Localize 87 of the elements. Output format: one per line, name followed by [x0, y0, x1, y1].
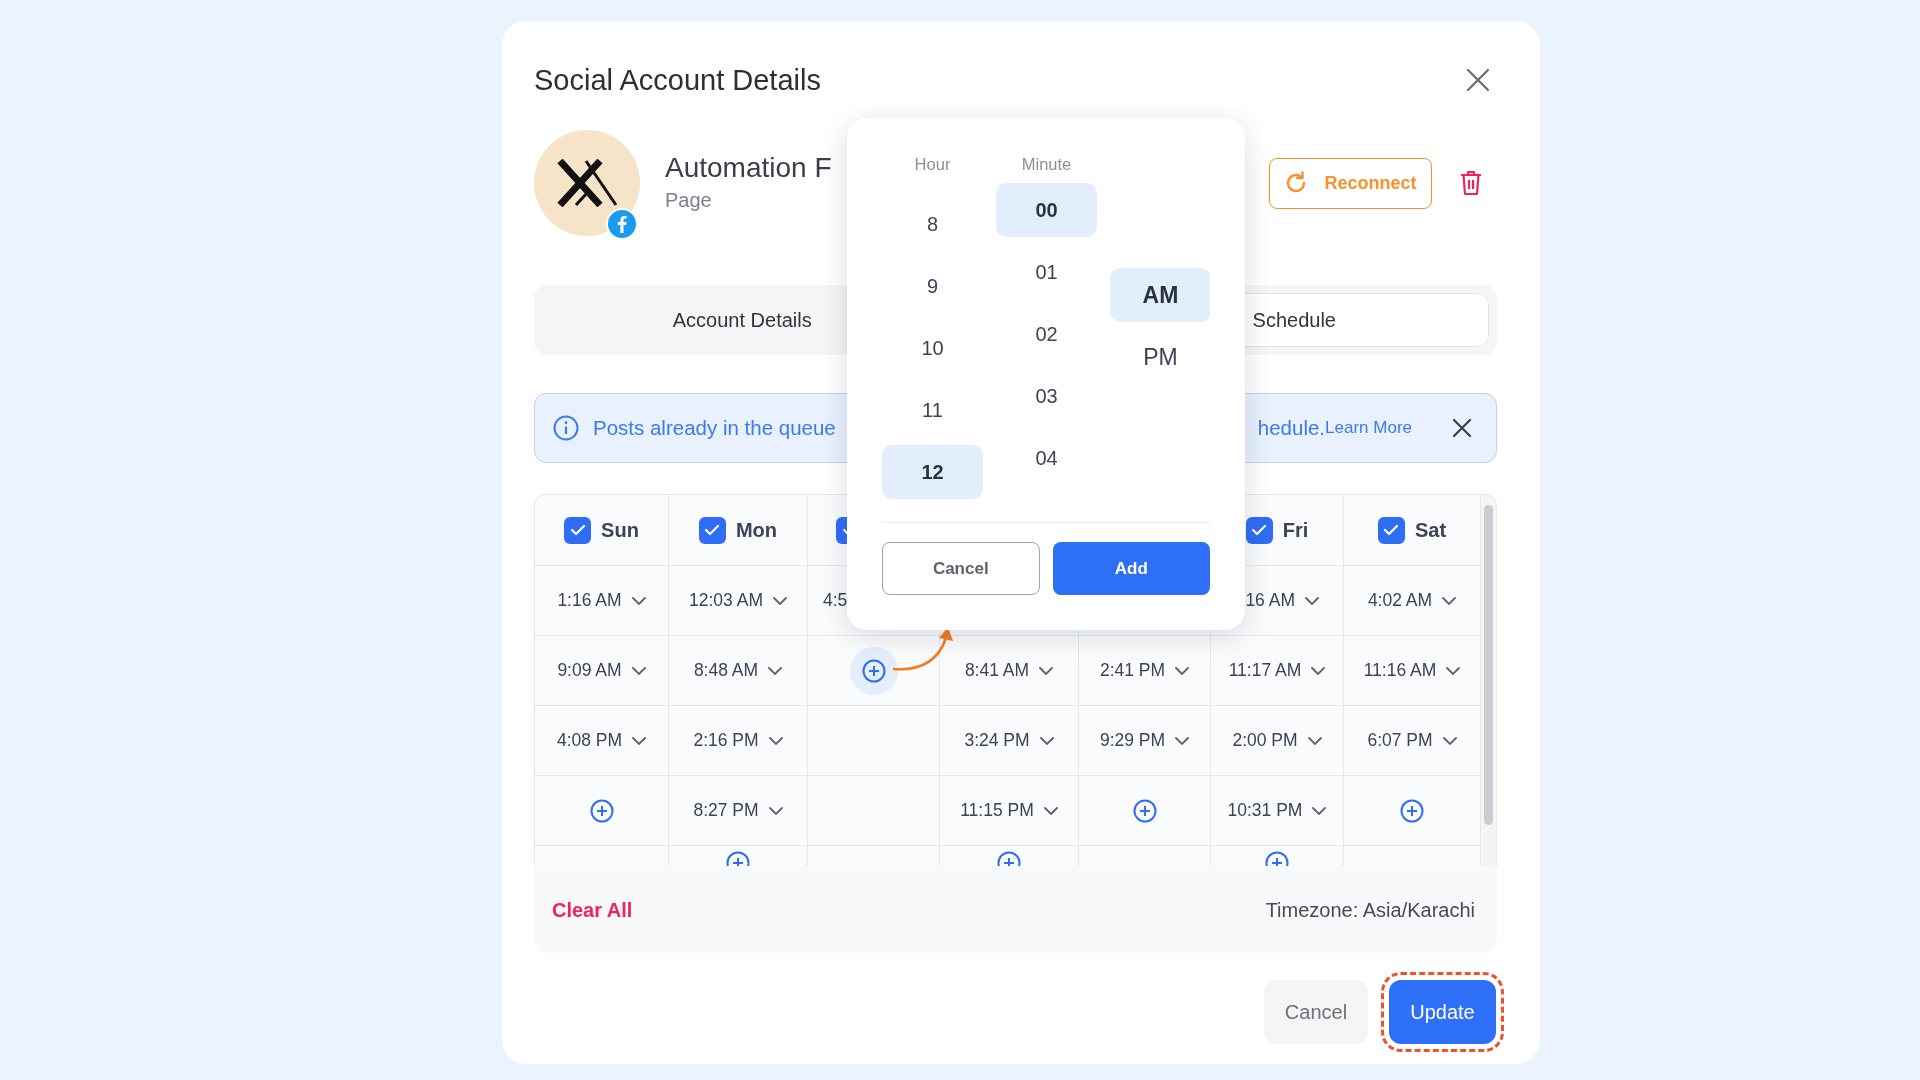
plus-circle-icon	[1132, 798, 1157, 823]
checkmark-icon	[704, 524, 721, 536]
time-value[interactable]: 16 AM	[1245, 587, 1295, 614]
chevron-down-icon[interactable]	[1039, 736, 1054, 745]
time-option[interactable]: 03	[996, 369, 1097, 423]
banner-text: Posts already in the queue	[593, 414, 836, 441]
cancel-button[interactable]: Cancel	[1264, 980, 1368, 1044]
time-option[interactable]: 00	[996, 183, 1097, 237]
chevron-down-icon[interactable]	[772, 596, 787, 605]
cancel-button[interactable]: Cancel	[882, 542, 1040, 595]
plus-circle-icon	[1400, 798, 1424, 823]
chevron-down-icon[interactable]	[768, 736, 783, 745]
facebook-badge-icon	[606, 208, 638, 240]
time-value[interactable]: 8:41 AM	[964, 657, 1030, 684]
chevron-down-icon[interactable]	[1312, 806, 1327, 815]
time-option[interactable]: AM	[1110, 268, 1210, 322]
info-icon	[553, 415, 579, 441]
chevron-down-icon[interactable]	[1305, 596, 1319, 605]
time-option[interactable]: 11	[882, 383, 983, 437]
chevron-down-icon[interactable]	[1043, 806, 1058, 815]
time-option[interactable]: 9	[882, 259, 983, 313]
account-type: Page	[665, 188, 713, 213]
clear-all-button[interactable]: Clear All	[552, 894, 633, 925]
close-icon[interactable]	[1452, 418, 1472, 438]
chevron-down-icon[interactable]	[631, 666, 646, 675]
time-option[interactable]: 01	[996, 245, 1097, 299]
chevron-down-icon[interactable]	[768, 666, 783, 675]
checkmark-icon	[569, 524, 586, 536]
hour-label: Hour	[913, 154, 952, 174]
time-option[interactable]: 12	[882, 445, 983, 499]
time-value[interactable]: 10:31 PM	[1227, 797, 1303, 824]
day-label: Sat	[1414, 518, 1447, 543]
time-option[interactable]: 02	[996, 307, 1097, 361]
chevron-down-icon[interactable]	[1039, 666, 1054, 675]
chevron-down-icon[interactable]	[1175, 666, 1190, 675]
time-value[interactable]: 11:16 AM	[1363, 657, 1437, 684]
chevron-down-icon[interactable]	[768, 806, 783, 815]
scrollbar[interactable]	[1481, 495, 1496, 866]
time-option[interactable]: 10	[882, 321, 983, 375]
time-value[interactable]: 2:00 PM	[1232, 727, 1298, 754]
trash-icon[interactable]	[1460, 170, 1482, 196]
account-name: Automation F	[665, 151, 832, 185]
time-value[interactable]: 2:16 PM	[693, 727, 759, 754]
learn-more-link[interactable]: Learn More	[1325, 415, 1412, 441]
day-label: Mon	[735, 518, 778, 543]
plus-circle-icon	[589, 798, 614, 823]
time-option[interactable]: PM	[1110, 330, 1210, 384]
time-value[interactable]: 9:09 AM	[557, 657, 622, 684]
checkbox[interactable]	[1377, 516, 1405, 544]
time-option[interactable]: 8	[882, 197, 983, 251]
timezone-label: Timezone: Asia/Karachi	[1265, 897, 1475, 923]
time-value[interactable]: 3:24 PM	[964, 727, 1030, 754]
chevron-down-icon[interactable]	[631, 596, 646, 605]
time-value[interactable]: 9:29 PM	[1099, 727, 1166, 754]
checkbox[interactable]	[698, 516, 726, 544]
chevron-down-icon[interactable]	[1446, 666, 1461, 675]
checkbox[interactable]	[564, 516, 592, 544]
chevron-down-icon[interactable]	[1307, 736, 1322, 745]
time-value[interactable]: 8:48 AM	[693, 657, 759, 684]
time-value[interactable]: 4:02 AM	[1367, 587, 1433, 614]
time-value[interactable]: 8:27 PM	[693, 797, 759, 824]
chevron-down-icon[interactable]	[1442, 736, 1457, 745]
banner-text: hedule.	[1257, 414, 1326, 441]
chevron-down-icon[interactable]	[1311, 666, 1326, 675]
checkmark-icon	[1383, 524, 1400, 536]
chevron-down-icon[interactable]	[1442, 596, 1457, 605]
logo-icon	[556, 159, 618, 207]
time-value[interactable]: 4:5	[823, 587, 848, 614]
add-button[interactable]: Add	[1052, 542, 1210, 595]
time-value[interactable]: 2:41 PM	[1099, 657, 1166, 684]
time-value[interactable]: 1:16 AM	[557, 587, 622, 614]
plus-circle-icon	[861, 658, 886, 683]
checkmark-icon	[1251, 524, 1268, 536]
time-value[interactable]: 11:17 AM	[1228, 657, 1302, 684]
close-icon[interactable]	[1466, 68, 1490, 92]
day-label: Sun	[601, 518, 639, 543]
minute-label: Minute	[1020, 154, 1073, 174]
time-value[interactable]: 4:08 PM	[556, 727, 623, 754]
chevron-down-icon[interactable]	[1175, 736, 1190, 745]
time-value[interactable]: 6:07 PM	[1367, 727, 1433, 754]
time-value[interactable]: 12:03 AM	[689, 587, 763, 614]
time-option[interactable]: 04	[996, 431, 1097, 485]
dialog-title: Social Account Details	[534, 63, 821, 98]
chevron-down-icon[interactable]	[632, 736, 647, 745]
time-value[interactable]: 11:15 PM	[960, 797, 1034, 824]
checkbox[interactable]	[1245, 516, 1273, 544]
day-label: Fri	[1282, 518, 1309, 543]
